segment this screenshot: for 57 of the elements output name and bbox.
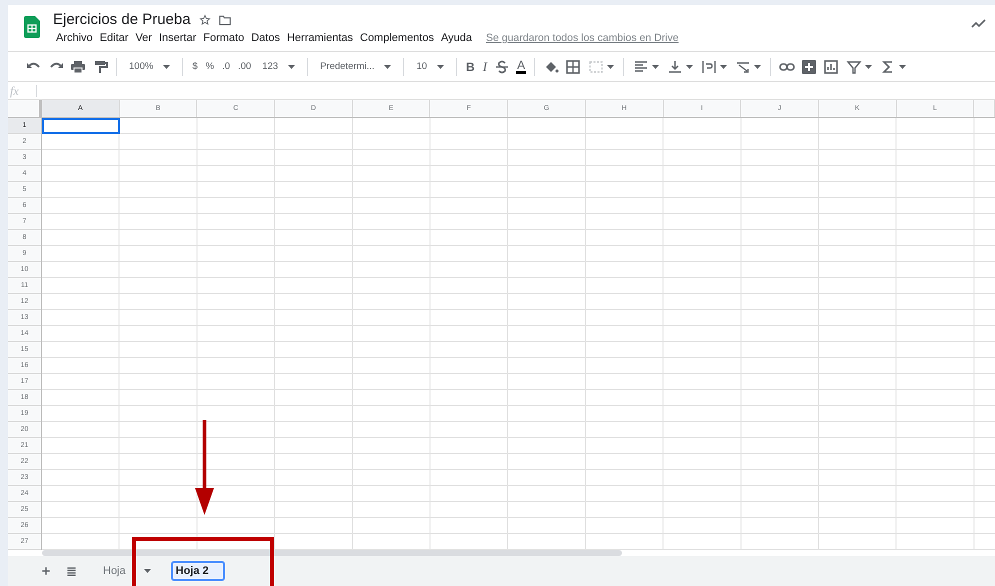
menu-item[interactable]: Ver — [132, 31, 155, 45]
save-status-link[interactable]: Se guardaron todos los cambios en Drive — [486, 32, 679, 44]
caret-icon — [865, 64, 872, 68]
menu-item[interactable]: Insertar — [156, 31, 200, 45]
trend-icon[interactable] — [971, 19, 987, 29]
borders-icon[interactable] — [565, 58, 582, 74]
caret-icon — [899, 64, 906, 68]
chart-icon[interactable] — [823, 58, 840, 74]
sheet-name-field[interactable]: Hoja 2 — [170, 561, 225, 581]
dropdown-button[interactable]: 10 — [412, 61, 448, 72]
menu-item[interactable]: Archivo — [53, 31, 96, 45]
menu-item[interactable]: Ayuda — [438, 31, 475, 45]
align-bottom-icon[interactable] — [667, 58, 684, 74]
caret-icon — [163, 64, 170, 68]
menu-item[interactable]: Editar — [96, 31, 132, 45]
bold-button[interactable]: B — [465, 60, 476, 74]
sheet-tab[interactable]: Hoja — [91, 559, 157, 583]
text-color-button[interactable]: A — [516, 59, 526, 74]
strikethrough-icon[interactable] — [494, 58, 510, 74]
caret-icon — [720, 64, 728, 68]
add-comment-icon[interactable] — [801, 58, 818, 74]
add-sheet-icon[interactable] — [40, 565, 52, 577]
italic-button[interactable]: I — [482, 58, 488, 74]
scrollbar-thumb[interactable] — [42, 550, 622, 556]
caret-icon — [607, 64, 614, 68]
folder-icon[interactable] — [218, 14, 231, 26]
dropdown-button[interactable]: Predetermi... — [316, 61, 396, 72]
format-button[interactable]: % — [204, 61, 216, 72]
sheets-logo-icon[interactable] — [24, 16, 40, 38]
dropdown-button[interactable]: 100% — [125, 61, 174, 72]
dropdown-button[interactable]: 123 — [258, 61, 300, 72]
format-button[interactable]: $ — [191, 61, 199, 72]
function-label: fx — [8, 84, 37, 96]
menu-item[interactable]: Datos — [248, 31, 283, 45]
print-icon[interactable] — [70, 58, 86, 74]
caret-icon — [384, 64, 392, 68]
caret-icon — [686, 64, 694, 68]
menu-item[interactable]: Complementos — [357, 31, 437, 45]
paint-roller-icon[interactable] — [92, 58, 108, 74]
document-title[interactable]: Ejercicios de Prueba — [53, 11, 191, 28]
cell-grid[interactable] — [42, 118, 995, 550]
caret-icon — [288, 64, 296, 68]
caret-icon — [144, 569, 151, 573]
format-button[interactable]: .00 — [237, 61, 252, 72]
merge-cells-icon[interactable] — [588, 58, 604, 74]
menu-item[interactable]: Formato — [200, 31, 248, 45]
format-button[interactable]: .0 — [221, 61, 231, 72]
caret-icon — [754, 64, 762, 68]
caret-icon — [652, 64, 660, 68]
align-left-icon[interactable] — [633, 58, 650, 74]
text-wrap-icon[interactable] — [701, 58, 718, 74]
filter-icon[interactable] — [846, 58, 862, 74]
menu-item[interactable]: Herramientas — [284, 31, 356, 45]
sheet-list-icon[interactable] — [66, 566, 77, 576]
caret-icon — [437, 64, 444, 68]
star-icon[interactable] — [198, 14, 211, 26]
active-cell[interactable] — [42, 118, 120, 134]
